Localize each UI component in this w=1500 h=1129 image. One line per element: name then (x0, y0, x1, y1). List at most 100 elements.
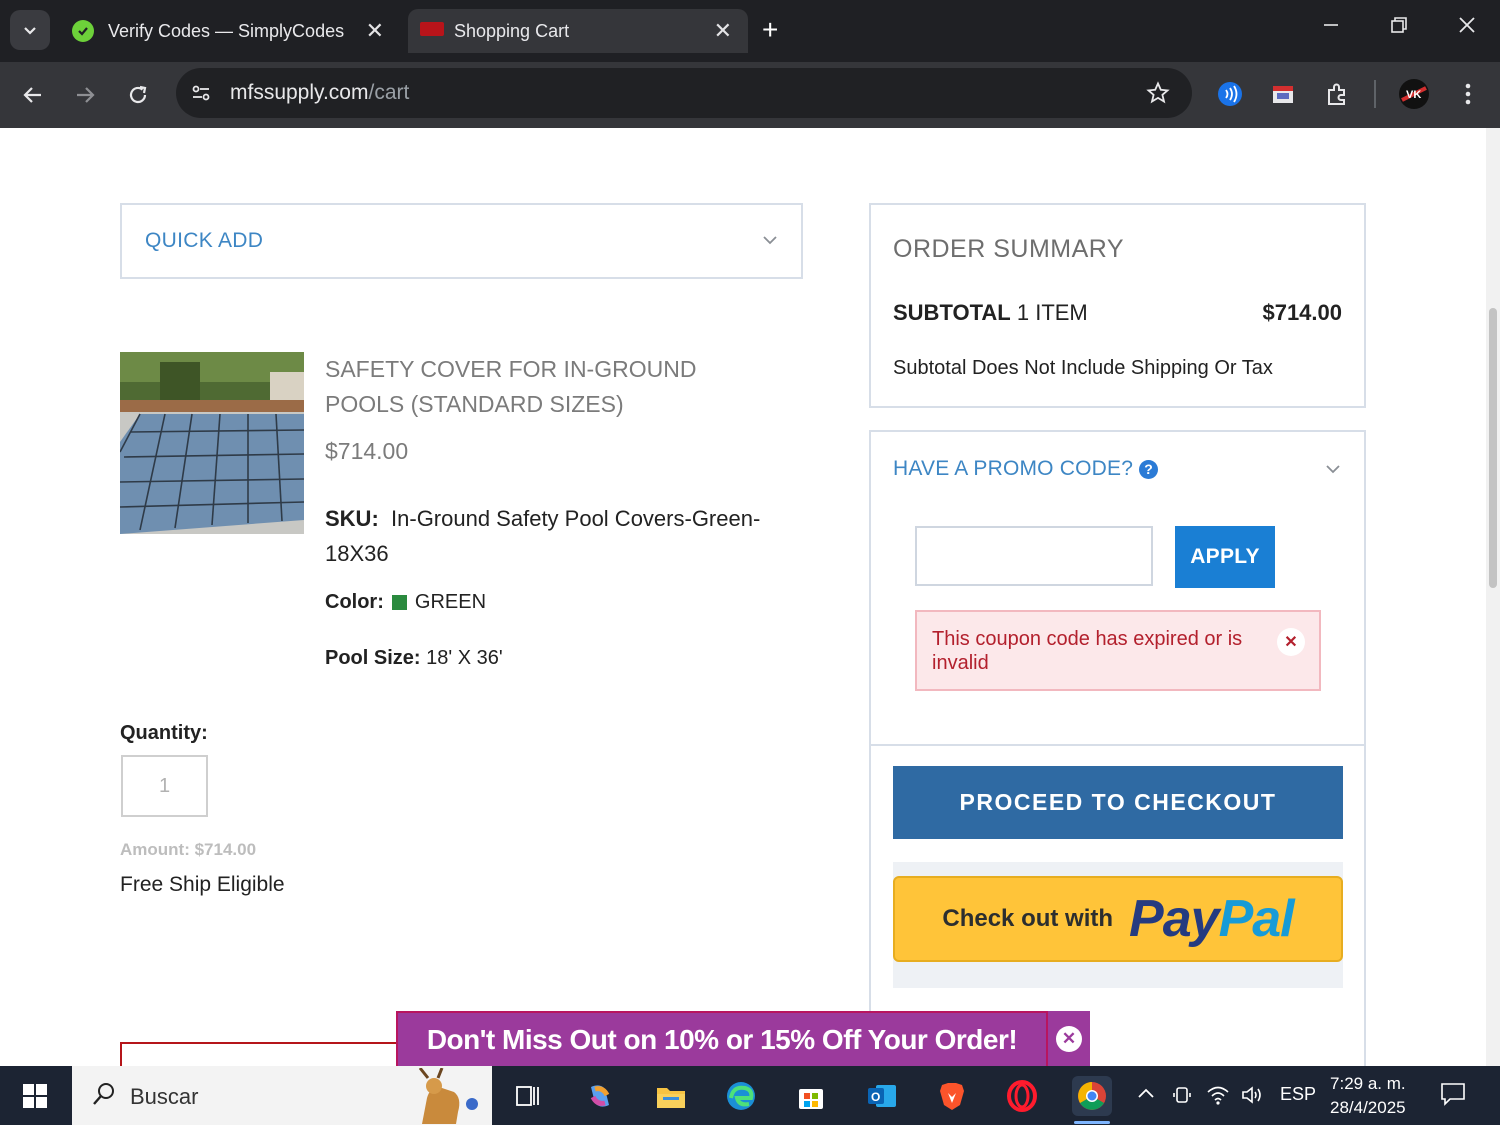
paypal-prefix: Check out with (942, 905, 1114, 932)
language-indicator[interactable]: ESP (1280, 1084, 1316, 1105)
subtotal-word: SUBTOTAL (893, 300, 1011, 325)
back-icon[interactable] (16, 78, 50, 112)
extensions-puzzle-icon[interactable] (1321, 78, 1353, 110)
scrollbar-thumb[interactable] (1489, 308, 1497, 588)
discount-banner[interactable]: Don't Miss Out on 10% or 15% Off Your Or… (396, 1011, 1090, 1066)
product-sku: SKU: In-Ground Safety Pool Covers-Green-… (325, 501, 765, 571)
tab-search-button[interactable] (10, 10, 50, 50)
order-summary-panel: ORDER SUMMARY SUBTOTAL 1 ITEM $714.00 Su… (869, 203, 1366, 408)
windows-start-icon[interactable] (0, 1066, 70, 1125)
promo-heading-text: HAVE A PROMO CODE? (893, 457, 1134, 480)
file-explorer-icon[interactable] (651, 1076, 691, 1116)
browser-tab-bar: Verify Codes — SimplyCodes ✕ Shopping Ca… (0, 0, 1500, 62)
copilot-icon[interactable] (580, 1076, 620, 1116)
paypal-checkout-button[interactable]: Check out with PayPal (893, 876, 1343, 962)
browser-toolbar: mfssupply.com/cart VK (0, 62, 1500, 128)
site-settings-icon[interactable] (190, 82, 212, 109)
svg-text:O: O (871, 1090, 880, 1104)
tab-verify-codes[interactable]: Verify Codes — SimplyCodes ✕ (62, 9, 400, 53)
address-bar[interactable]: mfssupply.com/cart (176, 68, 1192, 118)
tab-title: Verify Codes — SimplyCodes (108, 21, 345, 41)
system-clock[interactable]: 7:29 a. m. 28/4/2025 (1330, 1072, 1406, 1120)
windows-taskbar: Buscar O ESP 7:29 a. m. 28/4/2025 (0, 1066, 1500, 1125)
tab-shopping-cart[interactable]: Shopping Cart ✕ (408, 9, 748, 53)
quantity-label: Quantity: (120, 722, 208, 744)
profile-avatar-icon[interactable]: VK (1398, 78, 1430, 110)
chrome-icon[interactable] (1072, 1076, 1112, 1116)
outlook-icon[interactable]: O (862, 1076, 902, 1116)
product-price: $714.00 (325, 438, 409, 464)
taskbar-search-label: Buscar (130, 1084, 199, 1109)
wifi-icon[interactable] (1206, 1084, 1230, 1111)
promo-heading[interactable]: HAVE A PROMO CODE? ? (893, 457, 1159, 481)
volume-icon[interactable] (1240, 1084, 1266, 1111)
active-app-indicator (1074, 1121, 1110, 1124)
subtotal-note: Subtotal Does Not Include Shipping Or Ta… (893, 357, 1273, 379)
pool-size-label: Pool Size: (325, 647, 421, 669)
promo-code-input[interactable] (915, 526, 1153, 586)
url-text: mfssupply.com/cart (230, 81, 409, 105)
close-icon[interactable]: ✕ (1056, 1026, 1082, 1052)
paypal-logo-pay: Pay (1129, 890, 1220, 948)
item-count: 1 ITEM (1016, 300, 1088, 325)
opera-icon[interactable] (1002, 1076, 1042, 1116)
toolbar-divider (1374, 80, 1376, 108)
paypal-logo-icon: PayPal (1129, 889, 1295, 949)
taskbar-search[interactable]: Buscar (72, 1066, 492, 1125)
sku-label: SKU: (325, 506, 379, 531)
bookmark-star-icon[interactable] (1146, 81, 1170, 110)
divider (871, 744, 1364, 746)
close-window-icon[interactable] (1456, 14, 1478, 42)
paypal-container: Check out with PayPal (893, 862, 1343, 988)
extension-audio-icon[interactable] (1214, 78, 1246, 110)
product-color: Color: GREEN (325, 591, 486, 614)
new-tab-button[interactable]: + (762, 14, 778, 46)
microsoft-store-icon[interactable] (791, 1076, 831, 1116)
simplycodes-favicon-icon (72, 20, 94, 42)
help-icon[interactable]: ? (1139, 459, 1159, 479)
product-title[interactable]: SAFETY COVER FOR IN-GROUND POOLS (STANDA… (325, 352, 765, 422)
url-host: mfssupply.com (230, 81, 369, 104)
chevron-down-icon (24, 27, 36, 35)
edge-icon[interactable] (721, 1076, 761, 1116)
color-value: GREEN (414, 591, 487, 613)
product-pool-size: Pool Size: 18' X 36' (325, 647, 503, 670)
subtotal-value: $714.00 (1262, 300, 1342, 325)
url-path: /cart (368, 81, 410, 104)
coupon-error-message: This coupon code has expired or is inval… (932, 628, 1243, 674)
close-tab-icon[interactable]: ✕ (714, 18, 732, 44)
restore-icon[interactable] (1388, 14, 1410, 42)
search-icon (90, 1080, 118, 1113)
clock-time: 7:29 a. m. (1330, 1074, 1406, 1093)
proceed-to-checkout-button[interactable]: PROCEED TO CHECKOUT (893, 766, 1343, 839)
quick-add-accordion[interactable]: QUICK ADD (120, 203, 803, 279)
quantity-input[interactable]: 1 (121, 755, 208, 817)
line-amount: Amount: $714.00 (120, 840, 257, 859)
kebab-menu-icon[interactable] (1452, 78, 1484, 110)
forward-icon[interactable] (68, 78, 102, 112)
banner-text[interactable]: Don't Miss Out on 10% or 15% Off Your Or… (396, 1011, 1048, 1066)
device-icon[interactable] (1172, 1084, 1192, 1111)
sku-value: In-Ground Safety Pool Covers-Green-18X36 (325, 506, 761, 566)
pool-size-value: 18' X 36' (426, 647, 503, 669)
reload-icon[interactable] (121, 78, 155, 112)
page-content: QUICK ADD SAFETY COVER FOR IN-GROUND POO… (0, 128, 1486, 1066)
close-tab-icon[interactable]: ✕ (366, 18, 384, 44)
extension-store-icon[interactable] (1267, 78, 1299, 110)
task-view-icon[interactable] (508, 1076, 548, 1116)
mfs-favicon-icon (420, 22, 444, 36)
minimize-icon[interactable] (1320, 14, 1342, 42)
promo-panel: HAVE A PROMO CODE? ? APPLY This coupon c… (869, 430, 1366, 1066)
brave-browser-icon[interactable] (932, 1076, 972, 1116)
notifications-icon[interactable] (1440, 1082, 1466, 1111)
chevron-down-icon[interactable] (1324, 460, 1342, 483)
close-icon[interactable]: ✕ (1277, 628, 1305, 656)
tab-title: Shopping Cart (454, 21, 570, 41)
color-label: Color: (325, 591, 384, 613)
apply-button[interactable]: APPLY (1175, 526, 1275, 588)
page-scrollbar[interactable] (1486, 128, 1500, 1066)
show-hidden-icons-icon[interactable] (1136, 1084, 1156, 1109)
product-image[interactable] (120, 352, 304, 534)
paypal-logo-pal: Pal (1218, 890, 1295, 948)
subtotal-label: SUBTOTAL 1 ITEM (893, 300, 1088, 326)
